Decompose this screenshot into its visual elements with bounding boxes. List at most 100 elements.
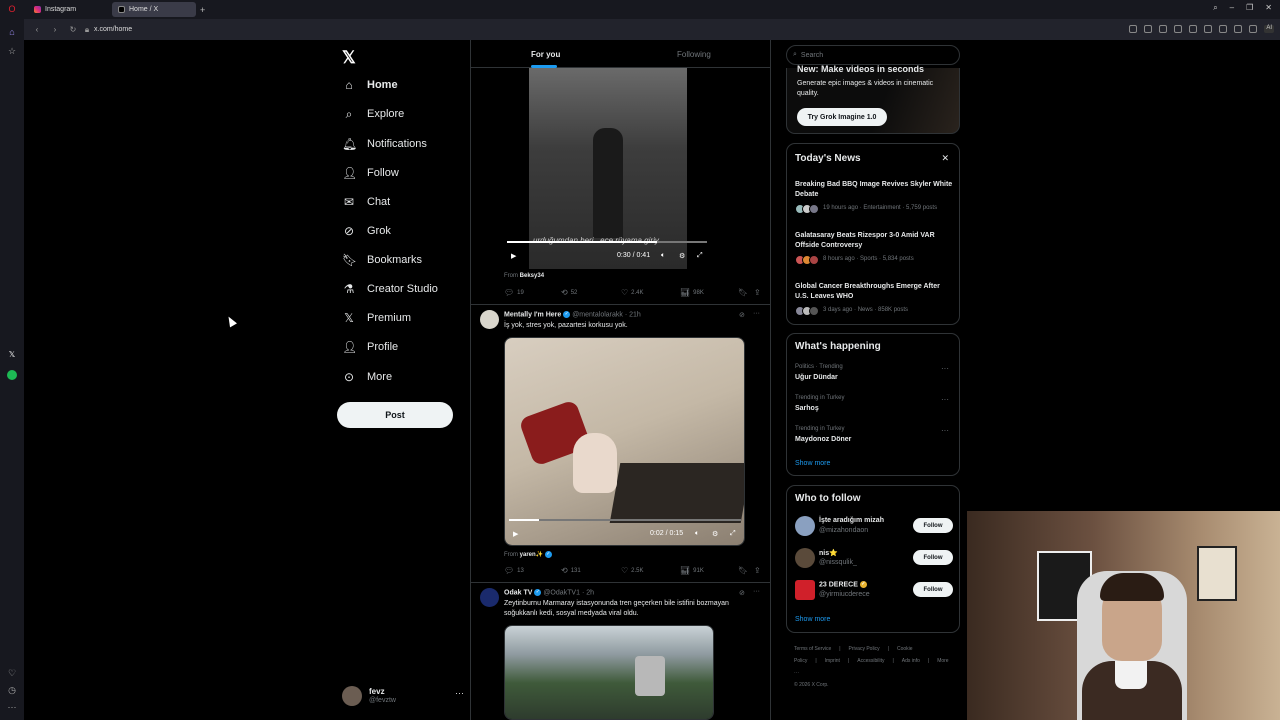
nav-more[interactable]: ⊙ More [342,367,392,387]
post-button[interactable]: Post [337,402,453,428]
author-handle[interactable]: @OdakTV1 [543,589,580,596]
extension-icon[interactable] [1129,25,1138,33]
reply-button[interactable]: 💬︎ 19 [504,288,524,297]
footer-link[interactable]: Terms of Service [794,646,831,652]
show-more-link[interactable]: Show more [795,616,830,623]
secure-lock-icon[interactable]: 🔒︎ [82,25,92,35]
tab-instagram[interactable]: Instagram [28,2,108,17]
x-sidebar-icon[interactable]: 𝕏 [7,350,17,360]
from-user[interactable]: Beksy34 [520,273,544,279]
more-icon[interactable]: ··· [455,688,464,698]
search-input[interactable]: ⌕ Search [786,45,960,65]
more-icon[interactable]: ··· [941,364,949,373]
home-sidebar-icon[interactable]: ⌂ [7,27,17,37]
forward-icon[interactable]: › [50,25,60,34]
follow-button[interactable]: Follow [913,518,953,533]
author-name[interactable]: Mentally I'm Here [504,311,561,318]
author-handle[interactable]: @mentalolarakk [572,311,623,318]
footer-link[interactable]: Accessibility [857,658,884,664]
repost-button[interactable]: ⟲ 131 [561,566,581,575]
footer-link[interactable]: Ads info [902,658,920,664]
grok-post-icon[interactable]: ⊘ [739,311,745,319]
reply-button[interactable]: 💬︎ 13 [504,566,524,575]
play-icon[interactable]: ▶ [511,252,516,260]
settings-icon[interactable]: ⚙ [712,530,718,538]
new-tab-button[interactable]: + [200,5,205,15]
show-more-link[interactable]: Show more [795,460,830,467]
like-button[interactable]: ♡ 2.5K [621,566,644,575]
views-button[interactable]: 📊︎ 91K [680,566,704,575]
tab-for-you[interactable]: For you [531,50,560,59]
more-icon[interactable]: ··· [753,310,760,317]
nav-creator-studio[interactable]: ⚗ Creator Studio [342,279,438,299]
grok-post-icon[interactable]: ⊘ [739,589,745,597]
nav-premium[interactable]: 𝕏 Premium [342,308,411,328]
reload-icon[interactable]: ↻ [68,25,78,34]
more-sidebar-icon[interactable]: ··· [7,702,17,712]
like-button[interactable]: ♡ 2.4K [621,288,644,297]
avatar[interactable] [795,516,815,536]
follow-name[interactable]: nis⭐ [819,549,838,557]
profile-icon[interactable] [1249,25,1258,33]
more-icon[interactable]: ··· [941,395,949,404]
bookmark-button[interactable]: 🔖︎ [738,288,748,297]
avatar[interactable] [795,580,815,600]
nav-profile[interactable]: 👤︎ Profile [342,337,398,357]
news-headline[interactable]: Global Cancer Breakthroughs Emerge After… [795,282,955,302]
settings-icon[interactable]: ⚙ [679,252,685,260]
volume-icon[interactable]: 🔈︎ [695,530,699,538]
extension-icon[interactable] [1189,25,1198,33]
trend-name[interactable]: Maydonoz Döner [795,436,851,443]
try-grok-button[interactable]: Try Grok Imagine 1.0 [797,108,887,126]
post-video[interactable]: ▶ 0:02 / 0:15 🔈︎ ⚙ ⤢ [504,337,745,546]
footer-link[interactable]: Imprint [825,658,840,664]
minimize-icon[interactable]: – [1230,3,1234,13]
back-icon[interactable]: ‹ [32,25,42,34]
fullscreen-icon[interactable]: ⤢ [730,530,736,538]
post-image[interactable] [504,625,714,720]
extension-icon[interactable] [1174,25,1183,33]
maximize-icon[interactable]: ❐ [1246,3,1253,13]
camera-icon[interactable] [1144,25,1153,33]
history-sidebar-icon[interactable]: ◷ [7,685,17,695]
footer-link[interactable]: Privacy Policy [849,646,880,652]
avatar[interactable] [480,310,499,329]
x-logo-icon[interactable]: 𝕏 [342,48,356,68]
more-icon[interactable]: ··· [753,588,760,595]
nav-notifications[interactable]: 🔔︎ Notifications [342,134,427,154]
ai-button[interactable]: AI [1264,25,1274,33]
close-icon[interactable]: ✕ [941,153,949,164]
close-window-icon[interactable]: ✕ [1265,3,1272,13]
follow-button[interactable]: Follow [913,582,953,597]
extension-icon[interactable] [1159,25,1168,33]
nav-home[interactable]: ⌂ Home [342,75,397,95]
opera-logo-icon[interactable]: O [7,4,17,14]
from-user[interactable]: yaren✨ [520,552,543,558]
url-field[interactable]: x.com/home [94,26,132,33]
avatar[interactable] [480,588,499,607]
post-video[interactable]: urduğumdan beri ece rüyama giriy ▶ 0:30 … [503,68,713,269]
author-name[interactable]: Odak TV [504,589,532,596]
video-progress[interactable] [509,519,741,521]
nav-follow[interactable]: 👤︎ Follow [342,163,399,183]
heart-sidebar-icon[interactable]: ♡ [7,668,17,678]
repost-button[interactable]: ⟲ 52 [561,288,577,297]
follow-name[interactable]: İşte aradığım mizah [819,517,884,524]
account-switcher[interactable]: fevz @fevztw ··· [342,685,464,709]
share-button[interactable]: ⇪ [754,288,761,297]
bookmark-button[interactable]: 🔖︎ [738,566,748,575]
spotify-sidebar-icon[interactable] [7,370,17,380]
tab-following[interactable]: Following [677,50,711,59]
trend-name[interactable]: Uğur Dündar [795,374,838,381]
tab-home-x[interactable]: Home / X [112,2,196,17]
share-button[interactable]: ⇪ [754,566,761,575]
nav-bookmarks[interactable]: 🔖︎ Bookmarks [342,250,422,270]
follow-button[interactable]: Follow [913,550,953,565]
menu-icon[interactable] [1234,25,1243,33]
heart-icon[interactable] [1204,25,1213,33]
volume-icon[interactable]: 🔈︎ [661,252,665,260]
download-icon[interactable] [1219,25,1228,33]
news-headline[interactable]: Galatasaray Beats Rizespor 3-0 Amid VAR … [795,231,955,251]
follow-name[interactable]: 23 DERECE ✓ [819,581,867,588]
nav-chat[interactable]: ✉ Chat [342,192,390,212]
